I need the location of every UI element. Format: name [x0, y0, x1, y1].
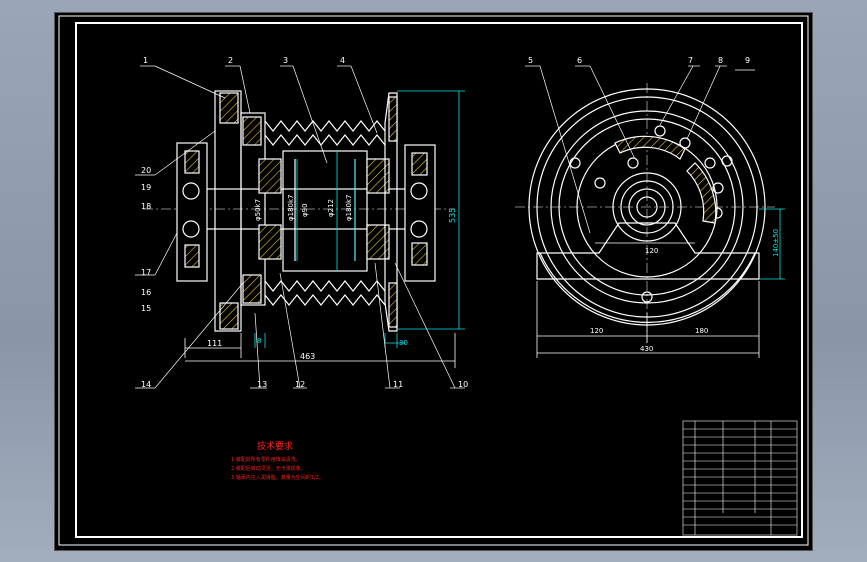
dim-side-left: 120 [590, 327, 603, 335]
dim-d4: φ212 [327, 199, 335, 217]
balloon-20: 20 [141, 166, 151, 175]
dim-d3: φ90 [301, 203, 309, 217]
balloon-16: 16 [141, 288, 151, 297]
balloon-1: 1 [143, 56, 148, 65]
front-section-view [143, 90, 455, 332]
dim-height-right: 535 [448, 208, 457, 223]
balloon-17: 17 [141, 268, 151, 277]
balloon-19: 19 [141, 183, 151, 192]
balloon-14: 14 [141, 380, 151, 389]
notes-line-1: 1.装配前所有零件用煤油清洗。 [231, 456, 301, 463]
front-dimensions-white [184, 333, 456, 368]
dim-d5: φ180k7 [345, 195, 353, 222]
side-balloons: 5 6 7 8 9 [528, 56, 750, 65]
notes-line-3: 3.轴承内注入润滑脂，其量为空间的1/2。 [231, 474, 324, 481]
dim-d2: φ180k7 [287, 195, 295, 222]
side-dimensions [536, 242, 760, 358]
balloon-10: 10 [458, 380, 468, 389]
balloon-11: 11 [393, 380, 403, 389]
notes-line-2: 2.装配后转动灵活，无卡滞现象。 [231, 465, 306, 472]
balloon-6: 6 [577, 56, 582, 65]
dim-d1: φ50k7 [254, 199, 262, 221]
dim-small-8: 8 [257, 337, 261, 345]
balloon-8: 8 [718, 56, 723, 65]
balloon-9: 9 [745, 56, 750, 65]
dim-side-height: 140±50 [772, 229, 780, 257]
dim-bottom-left: 111 [207, 339, 222, 348]
title-block [682, 420, 798, 536]
balloon-12: 12 [295, 380, 305, 389]
notes-heading: 技术要求 [257, 440, 293, 452]
drawing-sheet: 111 463 535 8 30 φ50k7 φ180k7 φ90 φ212 φ… [54, 12, 813, 551]
dim-side-right: 180 [695, 327, 708, 335]
balloon-5: 5 [528, 56, 533, 65]
balloon-4: 4 [340, 56, 345, 65]
balloon-15: 15 [141, 304, 151, 313]
balloon-18: 18 [141, 202, 151, 211]
balloon-7: 7 [688, 56, 693, 65]
dim-side-total: 430 [640, 345, 653, 353]
dim-bottom-total: 463 [300, 352, 315, 361]
dim-angle: 120 [645, 247, 658, 255]
dim-small-30: 30 [399, 339, 408, 347]
balloon-3: 3 [283, 56, 288, 65]
balloon-13: 13 [257, 380, 267, 389]
balloon-2: 2 [228, 56, 233, 65]
cad-drawing: 111 463 535 8 30 φ50k7 φ180k7 φ90 φ212 φ… [58, 15, 809, 546]
technical-notes: 技术要求 1.装配前所有零件用煤油清洗。 2.装配后转动灵活，无卡滞现象。 3.… [231, 440, 324, 481]
side-view [515, 83, 775, 343]
